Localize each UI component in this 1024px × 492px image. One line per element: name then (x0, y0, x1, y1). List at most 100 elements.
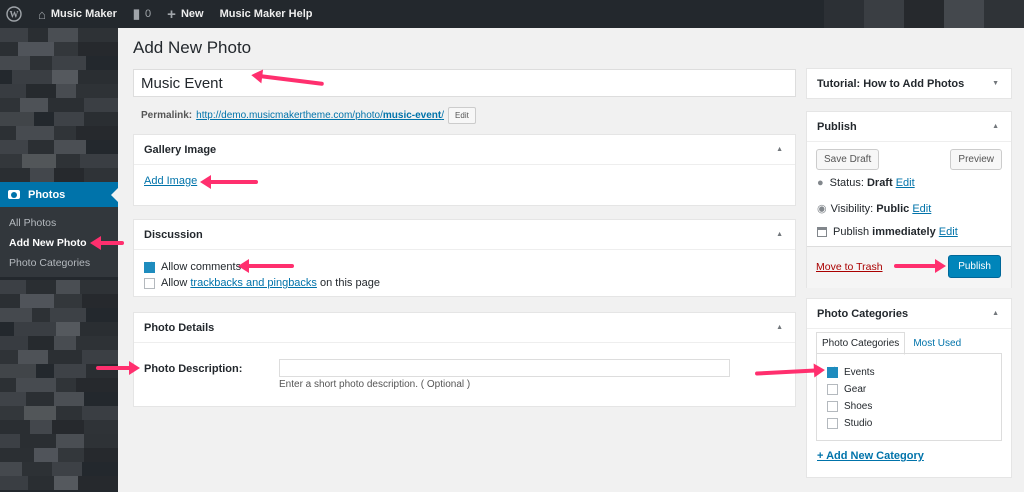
camera-icon (8, 190, 20, 199)
annotation-arrow-allow-comments (238, 259, 294, 273)
publish-header[interactable]: Publish ▲ (807, 112, 1011, 142)
expand-toggle-icon[interactable]: ▼ (992, 80, 999, 87)
status-edit-link[interactable]: Edit (896, 177, 915, 189)
collapse-toggle-icon[interactable]: ▲ (776, 231, 783, 238)
permalink-end: / (441, 110, 445, 121)
publish-box: Publish ▲ Save Draft Preview ● Status: D… (806, 111, 1012, 288)
site-name-link[interactable]: ⌂ Music Maker (30, 0, 125, 28)
site-name-label: Music Maker (50, 8, 117, 20)
add-new-category-link[interactable]: + Add New Category (817, 450, 924, 462)
allow-comments-checkbox[interactable] (144, 260, 155, 273)
plus-icon: + (167, 5, 176, 23)
permalink-link[interactable]: http://demo.musicmakertheme.com/photo/mu… (196, 110, 444, 121)
annotation-arrow-publish (894, 259, 946, 273)
help-link[interactable]: Music Maker Help (212, 0, 321, 28)
photo-description-label: Photo Description: (144, 363, 243, 375)
submenu-photo-categories[interactable]: Photo Categories (0, 253, 118, 273)
tab-most-used[interactable]: Most Used (908, 333, 966, 354)
publish-button[interactable]: Publish (948, 255, 1001, 278)
photo-categories-box: Photo Categories ▲ Photo Categories Most… (806, 298, 1012, 478)
collapse-toggle-icon[interactable]: ▲ (776, 324, 783, 331)
post-title-input[interactable] (133, 69, 796, 97)
permalink-base: http://demo.musicmakertheme.com/photo/ (196, 110, 383, 121)
category-label: Gear (844, 384, 867, 395)
category-item-gear: Gear (827, 381, 1001, 398)
gallery-image-box: Gallery Image ▲ Add Image (133, 134, 796, 206)
eye-icon: ◉ (817, 203, 827, 215)
redacted-menu-top (0, 28, 118, 182)
visibility-label: Visibility: (830, 202, 874, 215)
annotation-arrow-description (96, 361, 140, 375)
current-menu-pointer (111, 188, 118, 202)
photo-categories-heading: Photo Categories (817, 307, 909, 320)
visibility-edit-link[interactable]: Edit (912, 203, 931, 215)
permalink-edit-button[interactable]: Edit (448, 107, 476, 124)
category-tabs: Photo Categories Most Used (816, 332, 966, 355)
add-image-link[interactable]: Add Image (144, 175, 197, 187)
new-label: New (180, 8, 204, 20)
admin-bar: W ⌂ Music Maker ▮ 0 + New Music Maker He… (0, 0, 1024, 28)
visibility-value: Public (876, 202, 910, 215)
discussion-heading: Discussion (144, 228, 203, 241)
page-title: Add New Photo (133, 38, 252, 57)
redacted-menu-bottom (0, 280, 118, 490)
category-checkbox-gear[interactable] (827, 384, 838, 395)
sidebar-item-photos[interactable]: Photos (0, 182, 118, 207)
annotation-arrow-add-image (200, 175, 258, 189)
tutorial-header[interactable]: Tutorial: How to Add Photos ▼ (807, 69, 1011, 99)
photo-description-hint: Enter a short photo description. ( Optio… (279, 379, 471, 390)
category-checkbox-shoes[interactable] (827, 401, 838, 412)
gallery-image-heading: Gallery Image (144, 143, 217, 156)
status-row: ● Status: Draft Edit (817, 177, 915, 189)
discussion-header[interactable]: Discussion ▲ (134, 220, 795, 250)
allow-prefix: Allow (161, 277, 188, 289)
comment-bubble-icon: ▮ (132, 6, 141, 21)
allow-trackbacks-row: Allow trackbacks and pingbacks on this p… (144, 275, 785, 291)
pin-icon: ● (817, 177, 824, 189)
help-label: Music Maker Help (219, 8, 313, 20)
collapse-toggle-icon[interactable]: ▲ (776, 146, 783, 153)
home-icon: ⌂ (38, 6, 46, 22)
comments-count: 0 (145, 8, 152, 20)
photo-details-header[interactable]: Photo Details ▲ (134, 313, 795, 343)
publish-date-edit-link[interactable]: Edit (939, 226, 958, 238)
category-item-events: Events (827, 364, 1001, 381)
category-checkbox-studio[interactable] (827, 418, 838, 429)
tab-all-categories[interactable]: Photo Categories (816, 332, 906, 355)
status-label: Status: (829, 177, 864, 189)
gallery-image-header[interactable]: Gallery Image ▲ (134, 135, 795, 165)
trackbacks-link[interactable]: trackbacks and pingbacks (190, 277, 317, 289)
category-item-studio: Studio (827, 415, 1001, 432)
publish-date-row: Publish immediately Edit (817, 226, 958, 238)
wordpress-logo-icon[interactable]: W (0, 0, 30, 28)
comments-link[interactable]: ▮ 0 (125, 0, 159, 28)
tutorial-heading: Tutorial: How to Add Photos (817, 78, 965, 90)
visibility-row: ◉ Visibility: Public Edit (817, 202, 931, 216)
admin-sidebar: Photos All Photos Add New Photo Photo Ca… (0, 28, 118, 492)
collapse-toggle-icon[interactable]: ▲ (992, 310, 999, 317)
submenu-all-photos[interactable]: All Photos (0, 213, 118, 233)
preview-button[interactable]: Preview (950, 149, 1002, 170)
new-content-link[interactable]: + New (159, 0, 211, 28)
category-checkbox-events[interactable] (827, 365, 838, 378)
move-to-trash-link[interactable]: Move to Trash (816, 261, 883, 273)
photo-details-heading: Photo Details (144, 321, 215, 334)
category-label: Events (844, 367, 875, 378)
permalink-label: Permalink: (141, 110, 193, 121)
redacted-area (824, 0, 1024, 28)
tutorial-box: Tutorial: How to Add Photos ▼ (806, 68, 1012, 99)
discussion-box: Discussion ▲ Allow comments Allow trackb… (133, 219, 796, 297)
category-label: Studio (844, 418, 873, 429)
photo-details-box: Photo Details ▲ Photo Description: Enter… (133, 312, 796, 407)
photo-categories-header[interactable]: Photo Categories ▲ (807, 299, 1011, 329)
photo-description-input[interactable] (279, 359, 730, 377)
allow-trackbacks-checkbox[interactable] (144, 277, 155, 289)
collapse-toggle-icon[interactable]: ▲ (992, 123, 999, 130)
publish-date-label: Publish (833, 226, 870, 238)
sidebar-item-label: Photos (28, 188, 66, 201)
save-draft-button[interactable]: Save Draft (816, 149, 880, 170)
annotation-arrow-add-new-photo (90, 236, 124, 250)
allow-comments-label: Allow comments (161, 261, 242, 273)
calendar-icon (817, 227, 827, 237)
svg-text:W: W (10, 10, 19, 20)
